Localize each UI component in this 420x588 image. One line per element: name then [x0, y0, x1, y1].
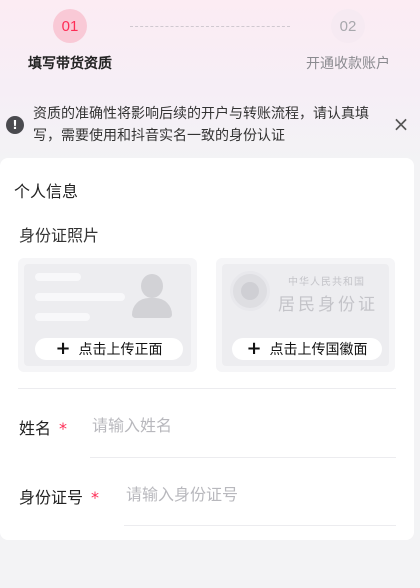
avatar-icon	[141, 274, 163, 298]
info-icon: !	[6, 116, 24, 134]
plus-icon: +	[246, 338, 262, 359]
id-number-label: 身份证号 *	[19, 484, 99, 508]
name-input[interactable]	[92, 413, 382, 437]
id-number-label-text: 身份证号	[19, 488, 84, 507]
plus-icon: +	[55, 338, 71, 359]
name-label-text: 姓名	[19, 419, 52, 438]
id-number-input[interactable]	[126, 482, 386, 506]
step-2-number: 02	[331, 9, 365, 43]
required-mark: *	[91, 488, 100, 507]
step-1-number: 01	[53, 9, 87, 43]
avatar-body-icon	[132, 298, 172, 318]
step-2-label: 开通收款账户	[306, 56, 390, 72]
card-type-text: 居民身份证	[278, 295, 378, 315]
divider	[18, 388, 396, 389]
divider	[90, 457, 396, 458]
close-icon[interactable]: ×	[391, 113, 411, 135]
step-connector	[130, 26, 290, 27]
step-1-label: 填写带货资质	[28, 56, 112, 72]
progress-steps: 01 02 填写带货资质 开通收款账户	[0, 0, 420, 88]
placeholder-line	[35, 313, 90, 321]
emblem-center	[241, 282, 259, 300]
card-country-text: 中华人民共和国	[288, 277, 365, 288]
upload-front-label: 点击上传正面	[78, 342, 163, 358]
notice-text: 资质的准确性将影响后续的开户与转账流程，请认真填写，需要使用和抖音实名一致的身份…	[33, 106, 369, 144]
required-mark: *	[59, 419, 68, 438]
divider	[124, 525, 396, 526]
section-title: 个人信息	[14, 182, 79, 201]
name-label: 姓名 *	[19, 415, 67, 439]
placeholder-line	[35, 273, 81, 281]
upload-back-label: 点击上传国徽面	[269, 342, 368, 358]
upload-back-button[interactable]: + 点击上传国徽面	[232, 338, 382, 360]
placeholder-line	[35, 293, 125, 301]
upload-front-button[interactable]: + 点击上传正面	[35, 338, 183, 360]
id-photo-title: 身份证照片	[19, 226, 100, 245]
